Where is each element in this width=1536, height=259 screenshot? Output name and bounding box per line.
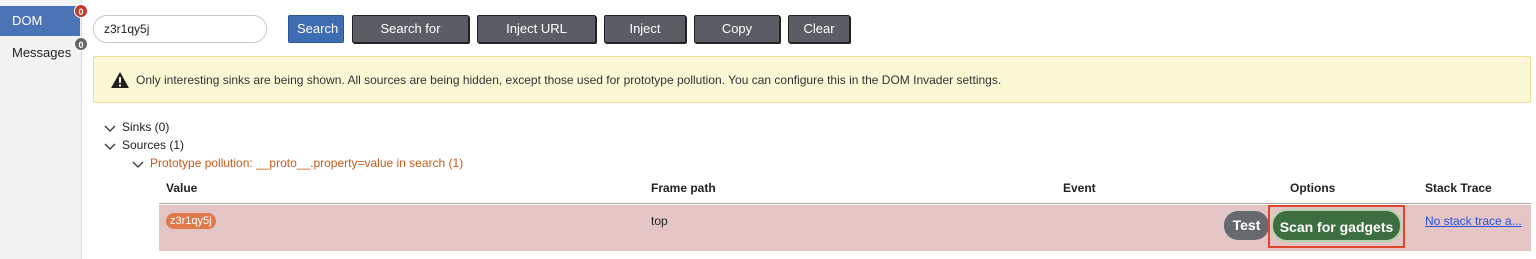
header-value: Value: [166, 181, 198, 195]
notice-text: Only interesting sinks are being shown. …: [136, 73, 1002, 87]
test-button[interactable]: Test: [1224, 211, 1269, 240]
chevron-down-icon: [104, 143, 116, 150]
tab-messages-label: Messages: [12, 45, 72, 60]
notice-banner: Only interesting sinks are being shown. …: [93, 56, 1531, 103]
chevron-down-icon: [104, 125, 116, 132]
search-canary-button[interactable]: Search for Canary: [352, 15, 469, 62]
search-input[interactable]: [93, 15, 267, 43]
tree-prototype-pollution[interactable]: Prototype pollution: __proto__.property=…: [132, 155, 463, 171]
tree-sinks-label: Sinks (0): [122, 120, 170, 134]
copy-canary-button[interactable]: Copy canary: [694, 15, 780, 62]
tree-sources-label: Sources (1): [122, 138, 185, 152]
chevron-down-icon: [132, 161, 144, 168]
header-event: Event: [1063, 181, 1096, 195]
dom-count-badge: 0: [74, 4, 88, 18]
scan-for-gadgets-button[interactable]: Scan for gadgets: [1271, 209, 1402, 242]
header-frame-path: Frame path: [651, 181, 716, 195]
tree-sources[interactable]: Sources (1): [104, 137, 184, 153]
tab-dom-label: DOM: [12, 13, 43, 28]
header-options: Options: [1290, 181, 1336, 195]
inject-forms-button[interactable]: Inject forms: [604, 15, 686, 62]
messages-count-badge: 0: [74, 37, 88, 51]
tree-prototype-label: Prototype pollution: __proto__.property=…: [150, 156, 464, 170]
stack-trace-link[interactable]: No stack trace a...: [1425, 214, 1527, 228]
inject-url-params-button[interactable]: Inject URL params: [477, 15, 596, 62]
warning-icon: [111, 72, 129, 88]
clear-all-button[interactable]: Clear all: [788, 15, 850, 62]
tab-messages[interactable]: Messages: [0, 38, 80, 68]
frame-path-cell: top: [651, 214, 668, 228]
header-stack-trace: Stack Trace: [1425, 181, 1492, 195]
tree-sinks[interactable]: Sinks (0): [104, 119, 169, 135]
search-button[interactable]: Search: [288, 15, 344, 43]
sidebar: DOM 0 Messages 0: [0, 0, 88, 259]
table-row: z3r1qy5j top Test Scan for gadgets No st…: [159, 205, 1531, 251]
tab-dom[interactable]: DOM: [0, 6, 80, 36]
value-canary: z3r1qy5j: [166, 213, 216, 229]
table-header: Value Frame path Event Options Stack Tra…: [159, 176, 1531, 204]
